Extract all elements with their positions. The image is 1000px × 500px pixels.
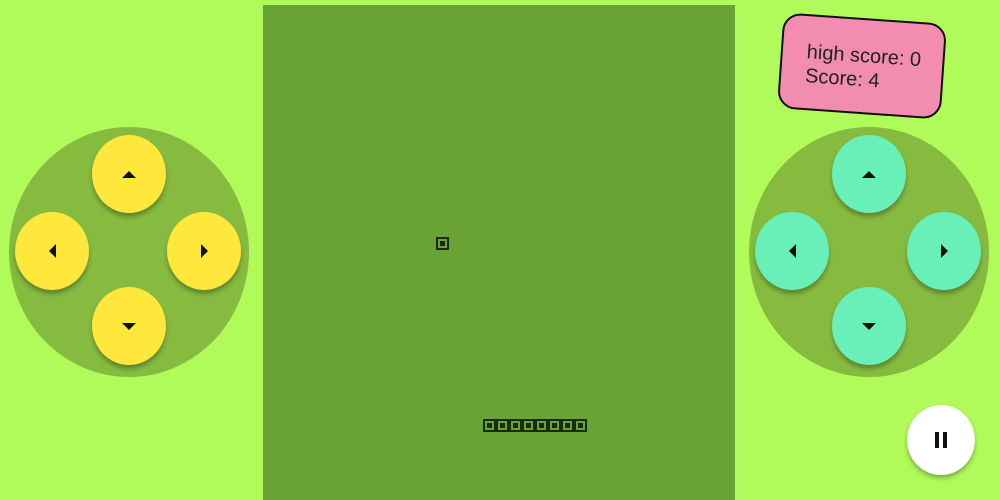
snake-segment bbox=[483, 419, 496, 432]
right-arrow-icon bbox=[940, 244, 948, 258]
right-dpad-down-button[interactable] bbox=[832, 287, 906, 365]
down-arrow-icon bbox=[862, 322, 876, 330]
game-board bbox=[263, 5, 735, 500]
snake-segment bbox=[548, 419, 561, 432]
score-panel: high score: 0 Score: 4 bbox=[776, 12, 948, 120]
left-dpad-right-button[interactable] bbox=[167, 212, 241, 290]
left-arrow-icon bbox=[48, 244, 56, 258]
snake-segment bbox=[574, 419, 587, 432]
pause-button[interactable] bbox=[907, 405, 975, 475]
left-dpad-down-button[interactable] bbox=[92, 287, 166, 365]
left-dpad-left-button[interactable] bbox=[15, 212, 89, 290]
snake-segment bbox=[496, 419, 509, 432]
left-dpad bbox=[9, 127, 249, 377]
down-arrow-icon bbox=[122, 322, 136, 330]
left-arrow-icon bbox=[788, 244, 796, 258]
snake-segment bbox=[522, 419, 535, 432]
up-arrow-icon bbox=[862, 170, 876, 178]
right-dpad bbox=[749, 127, 989, 377]
snake-segment bbox=[535, 419, 548, 432]
right-dpad-right-button[interactable] bbox=[907, 212, 981, 290]
snake-segment bbox=[509, 419, 522, 432]
snake-segment bbox=[561, 419, 574, 432]
left-dpad-up-button[interactable] bbox=[92, 135, 166, 213]
food-pellet bbox=[436, 237, 449, 250]
right-dpad-up-button[interactable] bbox=[832, 135, 906, 213]
pause-icon bbox=[934, 432, 948, 448]
right-dpad-left-button[interactable] bbox=[755, 212, 829, 290]
right-arrow-icon bbox=[200, 244, 208, 258]
up-arrow-icon bbox=[122, 170, 136, 178]
